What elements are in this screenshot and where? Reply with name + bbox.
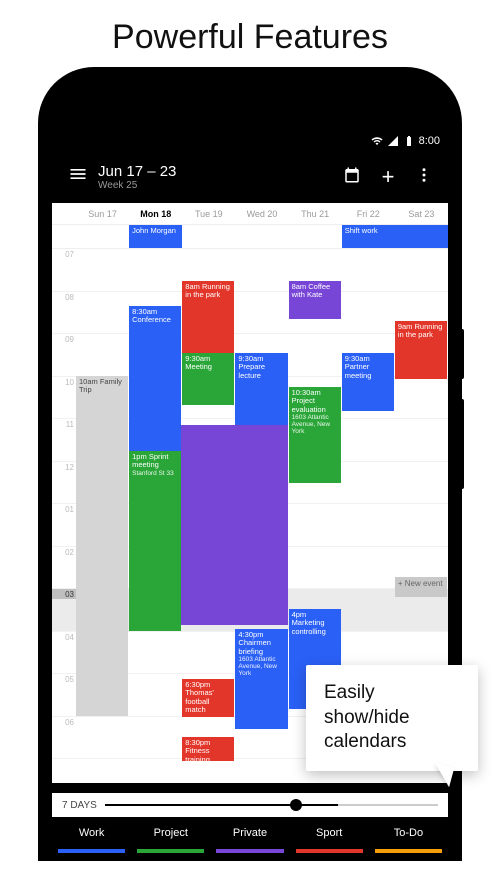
calendar-event[interactable]: 8am Coffee with Kate	[289, 281, 341, 319]
calendar-event[interactable]: 8:30am Conference	[129, 306, 181, 451]
header-week-number: Week 25	[98, 180, 334, 191]
allday-event[interactable]: Shift work	[342, 225, 448, 248]
day-header[interactable]: Sun 17	[76, 209, 129, 219]
zoom-label: 7 DAYS	[62, 800, 97, 811]
calendar-filter-tabs: WorkProjectPrivateSportTo-Do	[52, 817, 448, 859]
menu-button[interactable]	[58, 164, 98, 190]
battery-icon	[403, 135, 415, 147]
hour-label: 07	[52, 249, 76, 259]
hour-label: 04	[52, 632, 76, 642]
hour-label: 12	[52, 462, 76, 472]
calendar-event[interactable]: 10am Family Trip	[76, 376, 128, 716]
day-headers: Sun 17Mon 18Tue 19Wed 20Thu 21Fri 22Sat …	[52, 203, 448, 225]
day-header[interactable]: Thu 21	[289, 209, 342, 219]
day-header[interactable]: Wed 20	[235, 209, 288, 219]
hour-label: 05	[52, 674, 76, 684]
feature-callout: Easily show/hide calendars	[306, 665, 478, 771]
new-event-placeholder[interactable]: + New event	[395, 577, 447, 597]
calendar-event[interactable]: 9:30am Partner meeting	[342, 353, 394, 411]
page-headline: Powerful Features	[0, 0, 500, 69]
hour-label: 02	[52, 547, 76, 557]
calendar-filter-tab[interactable]: Private	[210, 817, 289, 859]
days-zoom-slider[interactable]	[105, 804, 378, 806]
calendar-event[interactable]: 8:30pm Fitness training	[182, 737, 234, 761]
hour-label: 06	[52, 717, 76, 727]
calendar-filter-tab[interactable]: Sport	[290, 817, 369, 859]
hour-label: 09	[52, 334, 76, 344]
hour-label: 03	[52, 589, 76, 599]
calendar-event[interactable]: 4:30pm Chairmen briefing1603 Atlantic Av…	[235, 629, 287, 729]
day-header[interactable]: Mon 18	[129, 209, 182, 219]
hour-label: 08	[52, 292, 76, 302]
calendar-event[interactable]: 10:30am Project evaluation1603 Atlantic …	[289, 387, 341, 483]
slider-thumb[interactable]	[290, 799, 302, 811]
status-bar: 8:00	[52, 131, 448, 151]
today-button[interactable]	[334, 166, 370, 189]
wifi-icon	[371, 135, 383, 147]
signal-icon	[387, 135, 399, 147]
zoom-slider-row: 7 DAYS	[52, 793, 448, 817]
calendar-event[interactable]: 9am Running in the park	[395, 321, 447, 379]
day-header[interactable]: Sat 23	[395, 209, 448, 219]
header-date-range[interactable]: Jun 17 – 23	[98, 163, 334, 180]
hour-label: 11	[52, 419, 76, 429]
status-time: 8:00	[419, 135, 440, 147]
overflow-menu-button[interactable]	[406, 166, 442, 189]
calendar-event[interactable]: 9:30am Prepare lecture	[235, 353, 287, 425]
calendar-event[interactable]: 6:30pm Thomas' football match	[182, 679, 234, 717]
hour-label: 01	[52, 504, 76, 514]
calendar-filter-tab[interactable]: Project	[131, 817, 210, 859]
hour-label: 10	[52, 377, 76, 387]
add-event-button[interactable]: +	[370, 164, 406, 190]
calendar-event[interactable]: 8am Running in the park	[182, 281, 234, 353]
day-header[interactable]: Fri 22	[342, 209, 395, 219]
calendar-filter-tab[interactable]: Work	[52, 817, 131, 859]
allday-row: John Morgan Shift work	[52, 225, 448, 249]
calendar-event[interactable]: 9:30am Meeting	[182, 353, 234, 405]
calendar-filter-tab[interactable]: To-Do	[369, 817, 448, 859]
app-header: Jun 17 – 23 Week 25 +	[52, 151, 448, 203]
day-header[interactable]: Tue 19	[182, 209, 235, 219]
allday-event[interactable]: John Morgan	[129, 225, 182, 248]
phone-side-button	[460, 329, 464, 379]
phone-side-button	[460, 399, 464, 489]
calendar-event[interactable]: 1pm Sprint meetingStanford St 33	[129, 451, 181, 631]
